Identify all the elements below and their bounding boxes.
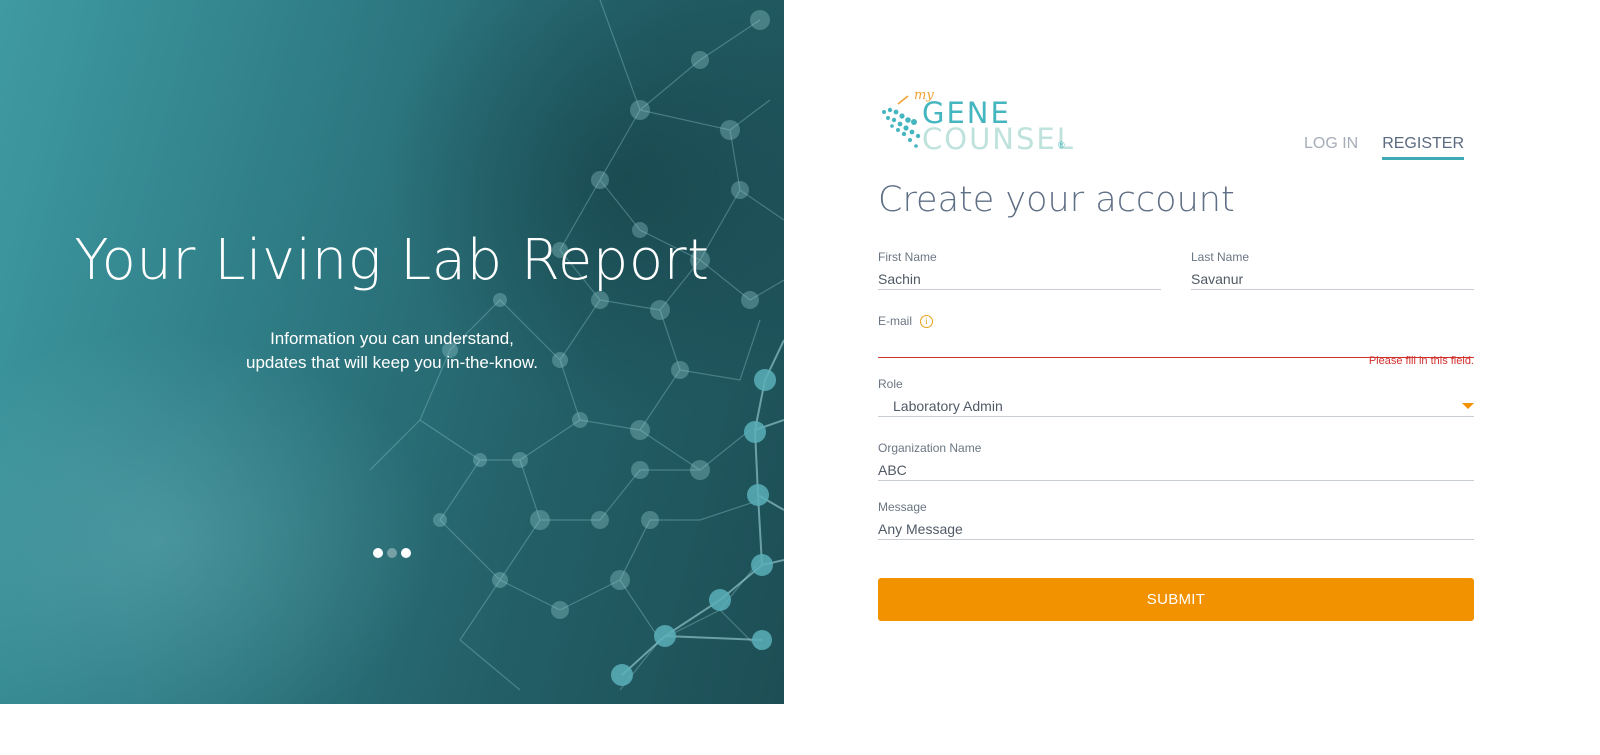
carousel-dot-2[interactable] [387,548,397,558]
organization-input[interactable]: ABC [878,459,1474,481]
auth-tabs: LOG IN REGISTER [1304,135,1464,160]
brand-counsel: COUNSEL [922,122,1075,156]
last-name-label: Last Name [1191,250,1250,264]
last-name-field: Last Name Savanur [1191,250,1474,290]
email-label-row: E-mail i [878,314,1474,328]
submit-button[interactable]: SUBMIT [878,578,1474,621]
login-link[interactable]: LOG IN [1304,135,1358,160]
email-field: E-mail i [878,314,1474,358]
first-name-input[interactable]: Sachin [878,268,1161,290]
page-title: Create your account [878,180,1235,220]
hero-subtitle-line1: Information you can understand, [270,329,514,348]
brand-registered-mark: ® [1058,140,1065,150]
role-field: Role Laboratory Admin [878,377,1474,417]
message-label: Message [878,500,927,514]
hero-panel: Your Living Lab Report Information you c… [0,0,784,704]
email-error-message: Please fill in this field. [1368,355,1474,367]
brand-logo: my GENE COUNSEL ® [878,88,1078,156]
message-field: Message Any Message [878,500,1474,540]
message-input[interactable]: Any Message [878,518,1474,540]
hero-subtitle-line2: updates that will keep you in-the-know. [245,353,538,372]
last-name-input[interactable]: Savanur [1191,268,1474,290]
register-panel: my GENE COUNSEL ® LOG IN REGISTER Create… [878,0,1474,704]
chevron-down-icon[interactable] [1462,403,1474,409]
role-select[interactable]: Laboratory Admin [878,395,1474,417]
role-selected-value: Laboratory Admin [893,398,1003,414]
hero-title: Your Living Lab Report [74,228,710,293]
first-name-label: First Name [878,250,937,264]
carousel-dot-1[interactable] [373,548,383,558]
dna-swirl-icon [882,95,921,148]
carousel-dot-3[interactable] [401,548,411,558]
organization-field: Organization Name ABC [878,441,1474,481]
hero-subtitle: Information you can understand, updates … [0,327,784,375]
register-link[interactable]: REGISTER [1382,135,1464,160]
carousel-indicators [373,548,411,558]
info-icon[interactable]: i [920,314,934,328]
first-name-field: First Name Sachin [878,250,1161,290]
role-label: Role [878,377,903,391]
email-label: E-mail [878,314,913,328]
organization-label: Organization Name [878,441,982,455]
